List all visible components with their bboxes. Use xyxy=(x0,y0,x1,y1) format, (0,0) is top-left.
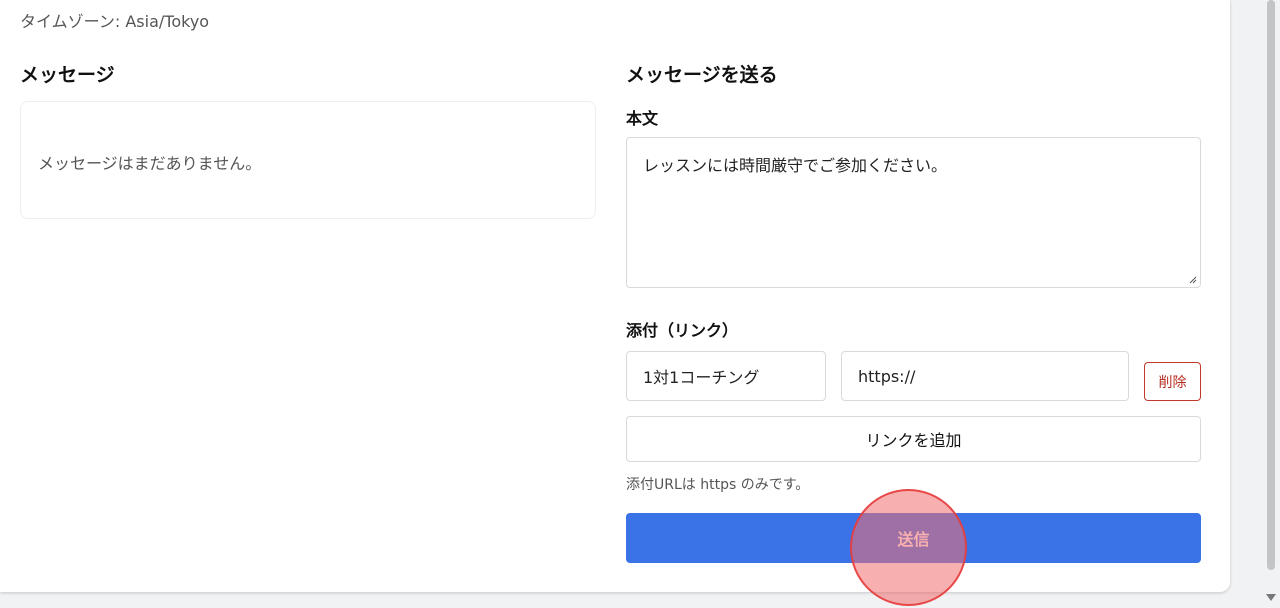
attachment-url-input[interactable] xyxy=(841,351,1129,401)
attachments-label: 添付（リンク） xyxy=(626,321,739,340)
timezone-label: タイムゾーン: Asia/Tokyo xyxy=(20,12,210,31)
scroll-down-arrow-icon[interactable] xyxy=(1266,594,1276,601)
messages-list: メッセージはまだありません。 xyxy=(20,101,596,219)
scrollbar-thumb[interactable] xyxy=(1267,0,1275,570)
send-message-title: メッセージを送る xyxy=(626,64,778,86)
add-link-button[interactable]: リンクを追加 xyxy=(626,416,1201,462)
delete-link-button[interactable]: 削除 xyxy=(1144,362,1201,401)
empty-messages-text: メッセージはまだありません。 xyxy=(38,154,262,173)
resize-grip-icon[interactable] xyxy=(1187,274,1197,284)
attachment-hint: 添付URLは https のみです。 xyxy=(626,477,810,493)
main-card: タイムゾーン: Asia/Tokyo メッセージ メッセージはまだありません。 … xyxy=(0,0,1230,592)
send-button[interactable]: 送信 xyxy=(626,513,1201,563)
attachment-name-input[interactable] xyxy=(626,351,826,401)
message-body-textarea[interactable]: レッスンには時間厳守でご参加ください。 xyxy=(626,137,1201,288)
page-scrollbar[interactable] xyxy=(1262,0,1280,608)
body-label: 本文 xyxy=(626,109,659,128)
messages-title: メッセージ xyxy=(20,64,115,86)
